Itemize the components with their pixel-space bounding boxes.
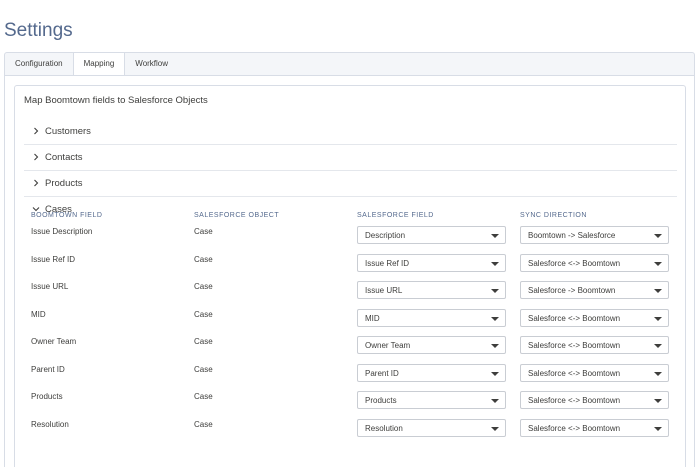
- salesforce-field-select[interactable]: Issue URL: [357, 281, 506, 299]
- salesforce-object-cell: Case: [194, 227, 213, 236]
- section-cases[interactable]: Cases: [24, 197, 677, 223]
- tab-workflow[interactable]: Workflow: [125, 53, 178, 76]
- tab-bar: Configuration Mapping Workflow: [4, 52, 695, 76]
- caret-down-icon: [654, 262, 662, 266]
- salesforce-field-select[interactable]: MID: [357, 309, 506, 327]
- select-value: Issue URL: [365, 286, 403, 295]
- caret-down-icon: [654, 234, 662, 238]
- column-header-salesforce-field: SALESFORCE FIELD: [357, 212, 434, 219]
- sync-direction-select[interactable]: Salesforce <-> Boomtown: [520, 309, 669, 327]
- select-value: Salesforce <-> Boomtown: [528, 424, 621, 433]
- caret-down-icon: [491, 399, 499, 403]
- column-header-boomtown-field: BOOMTOWN FIELD: [31, 212, 103, 219]
- boomtown-field-cell: Issue Ref ID: [31, 255, 76, 264]
- salesforce-field-select[interactable]: Issue Ref ID: [357, 254, 506, 272]
- boomtown-field-cell: Owner Team: [31, 337, 77, 346]
- caret-down-icon: [491, 289, 499, 293]
- section-label: Products: [45, 178, 83, 189]
- select-value: Issue Ref ID: [365, 259, 410, 268]
- salesforce-object-cell: Case: [194, 282, 213, 291]
- select-value: Owner Team: [365, 341, 411, 350]
- page-title: Settings: [4, 20, 73, 41]
- salesforce-object-cell: Case: [194, 392, 213, 401]
- salesforce-object-cell: Case: [194, 420, 213, 429]
- select-value: Resolution: [365, 424, 403, 433]
- select-value: Boomtown -> Salesforce: [528, 231, 616, 240]
- section-label: Contacts: [45, 152, 83, 163]
- caret-down-icon: [654, 427, 662, 431]
- caret-down-icon: [654, 317, 662, 321]
- boomtown-field-cell: MID: [31, 310, 46, 319]
- salesforce-object-cell: Case: [194, 255, 213, 264]
- caret-down-icon: [491, 234, 499, 238]
- caret-down-icon: [654, 289, 662, 293]
- salesforce-field-select[interactable]: Parent ID: [357, 364, 506, 382]
- salesforce-object-cell: Case: [194, 310, 213, 319]
- sync-direction-select[interactable]: Salesforce <-> Boomtown: [520, 336, 669, 354]
- sync-direction-select[interactable]: Boomtown -> Salesforce: [520, 226, 669, 244]
- select-value: Description: [365, 231, 406, 240]
- salesforce-field-select[interactable]: Owner Team: [357, 336, 506, 354]
- section-label: Customers: [45, 126, 91, 137]
- boomtown-field-cell: Parent ID: [31, 365, 65, 374]
- salesforce-object-cell: Case: [194, 337, 213, 346]
- chevron-right-icon: [34, 153, 39, 161]
- sync-direction-select[interactable]: Salesforce -> Boomtown: [520, 281, 669, 299]
- sync-direction-select[interactable]: Salesforce <-> Boomtown: [520, 391, 669, 409]
- mapping-card: Map Boomtown fields to Salesforce Object…: [14, 85, 686, 467]
- select-value: Salesforce <-> Boomtown: [528, 314, 621, 323]
- caret-down-icon: [654, 399, 662, 403]
- salesforce-field-select[interactable]: Products: [357, 391, 506, 409]
- boomtown-field-cell: Issue Description: [31, 227, 93, 236]
- tab-mapping[interactable]: Mapping: [73, 53, 126, 76]
- caret-down-icon: [654, 372, 662, 376]
- caret-down-icon: [491, 262, 499, 266]
- select-value: MID: [365, 314, 380, 323]
- section-products[interactable]: Products: [24, 171, 677, 197]
- boomtown-field-cell: Issue URL: [31, 282, 69, 291]
- chevron-right-icon: [34, 127, 39, 135]
- caret-down-icon: [491, 344, 499, 348]
- column-header-sync-direction: SYNC DIRECTION: [520, 212, 587, 219]
- salesforce-object-cell: Case: [194, 365, 213, 374]
- select-value: Products: [365, 396, 397, 405]
- column-header-salesforce-object: SALESFORCE OBJECT: [194, 212, 280, 219]
- select-value: Salesforce <-> Boomtown: [528, 259, 621, 268]
- sync-direction-select[interactable]: Salesforce <-> Boomtown: [520, 254, 669, 272]
- select-value: Salesforce -> Boomtown: [528, 286, 616, 295]
- section-customers[interactable]: Customers: [24, 119, 677, 145]
- salesforce-field-select[interactable]: Resolution: [357, 419, 506, 437]
- select-value: Salesforce <-> Boomtown: [528, 341, 621, 350]
- chevron-right-icon: [34, 179, 39, 187]
- select-value: Salesforce <-> Boomtown: [528, 396, 621, 405]
- boomtown-field-cell: Products: [31, 392, 63, 401]
- sync-direction-select[interactable]: Salesforce <-> Boomtown: [520, 364, 669, 382]
- caret-down-icon: [491, 317, 499, 321]
- boomtown-field-cell: Resolution: [31, 420, 69, 429]
- caret-down-icon: [491, 427, 499, 431]
- sync-direction-select[interactable]: Salesforce <-> Boomtown: [520, 419, 669, 437]
- card-title: Map Boomtown fields to Salesforce Object…: [24, 95, 208, 106]
- tab-configuration[interactable]: Configuration: [5, 53, 74, 76]
- section-contacts[interactable]: Contacts: [24, 145, 677, 171]
- select-value: Salesforce <-> Boomtown: [528, 369, 621, 378]
- caret-down-icon: [491, 372, 499, 376]
- salesforce-field-select[interactable]: Description: [357, 226, 506, 244]
- caret-down-icon: [654, 344, 662, 348]
- select-value: Parent ID: [365, 369, 399, 378]
